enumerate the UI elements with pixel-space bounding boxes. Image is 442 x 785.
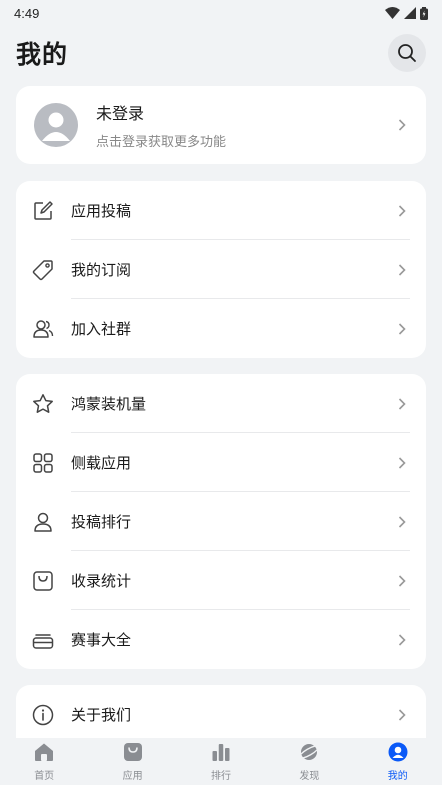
status-bar: 4:49: [0, 0, 442, 26]
tab-home[interactable]: 首页: [0, 741, 88, 782]
menu-group-contribute: 应用投稿 我的订阅 加入社群: [16, 181, 426, 358]
menu-item-label: 投稿排行: [71, 514, 132, 531]
profile-name: 未登录: [96, 106, 145, 123]
user-icon: [387, 741, 409, 763]
chevron-right-icon: [396, 574, 408, 587]
tab-ranking[interactable]: 排行: [177, 741, 265, 782]
menu-item-label: 赛事大全: [71, 632, 132, 649]
bag-icon: [32, 570, 54, 592]
chevron-right-icon: [396, 322, 408, 335]
menu-item-label: 关于我们: [71, 707, 132, 724]
tab-label: 应用: [122, 771, 143, 782]
search-icon: [398, 44, 416, 62]
status-time: 4:49: [14, 5, 40, 21]
chevron-right-icon: [396, 633, 408, 646]
login-card[interactable]: 未登录 点击登录获取更多功能: [16, 86, 426, 164]
profile-subtitle: 点击登录获取更多功能: [96, 134, 227, 149]
home-icon: [33, 741, 55, 763]
menu-item-label: 收录统计: [71, 573, 132, 590]
page-header: 我的: [0, 30, 442, 76]
chevron-right-icon: [396, 456, 408, 469]
menu-item-label: 应用投稿: [71, 203, 132, 220]
chevron-right-icon: [396, 204, 408, 217]
menu-item-my-subscriptions[interactable]: 我的订阅: [16, 240, 426, 299]
chevron-right-icon: [396, 119, 408, 131]
tag-icon: [32, 259, 54, 281]
menu-item-events[interactable]: 赛事大全: [16, 610, 426, 669]
battery-icon: [420, 6, 428, 20]
chevron-right-icon: [396, 708, 408, 721]
menu-group-about: 关于我们: [16, 685, 426, 738]
tab-label: 我的: [387, 771, 408, 782]
menu-item-label: 我的订阅: [71, 262, 132, 279]
group-icon: [32, 318, 54, 340]
tab-label: 首页: [34, 771, 55, 782]
page-title: 我的: [16, 41, 69, 69]
menu-item-join-community[interactable]: 加入社群: [16, 299, 426, 358]
search-button[interactable]: [388, 34, 426, 72]
profile-text: 未登录 点击登录获取更多功能: [96, 100, 396, 150]
tab-discover[interactable]: 发现: [265, 741, 353, 782]
bottom-tab-bar: 首页 应用 排行 发现 我的: [0, 738, 442, 785]
menu-item-inclusion-stats[interactable]: 收录统计: [16, 551, 426, 610]
tab-apps[interactable]: 应用: [89, 741, 177, 782]
edit-icon: [32, 200, 54, 222]
menu-item-label: 鸿蒙装机量: [71, 396, 147, 413]
status-icons: [385, 6, 428, 20]
tab-label: 排行: [210, 771, 231, 782]
menu-group-stats: 鸿蒙装机量 侧载应用 投稿排行 收录统计 赛事大全: [16, 374, 426, 669]
default-avatar-icon: [42, 112, 70, 141]
star-icon: [32, 393, 54, 415]
menu-item-label: 侧载应用: [71, 455, 132, 472]
menu-item-harmony-installs[interactable]: 鸿蒙装机量: [16, 374, 426, 433]
signal-icon: [404, 7, 416, 19]
chevron-right-icon: [396, 397, 408, 410]
bar-chart-icon: [210, 741, 232, 763]
menu-item-label: 加入社群: [71, 321, 132, 338]
wifi-icon: [385, 7, 400, 19]
tab-mine[interactable]: 我的: [354, 741, 442, 782]
menu-item-about-us[interactable]: 关于我们: [16, 685, 426, 738]
grid-icon: [32, 452, 54, 474]
chevron-right-icon: [396, 515, 408, 528]
menu-item-submit-app[interactable]: 应用投稿: [16, 181, 426, 240]
chevron-right-icon: [396, 263, 408, 276]
stack-icon: [32, 629, 54, 651]
planet-icon: [298, 741, 320, 763]
avatar: [34, 103, 78, 147]
menu-item-submission-ranking[interactable]: 投稿排行: [16, 492, 426, 551]
tab-label: 发现: [299, 771, 320, 782]
menu-item-sideload-apps[interactable]: 侧载应用: [16, 433, 426, 492]
person-icon: [32, 511, 54, 533]
app-bag-icon: [122, 741, 144, 763]
info-icon: [32, 704, 54, 726]
